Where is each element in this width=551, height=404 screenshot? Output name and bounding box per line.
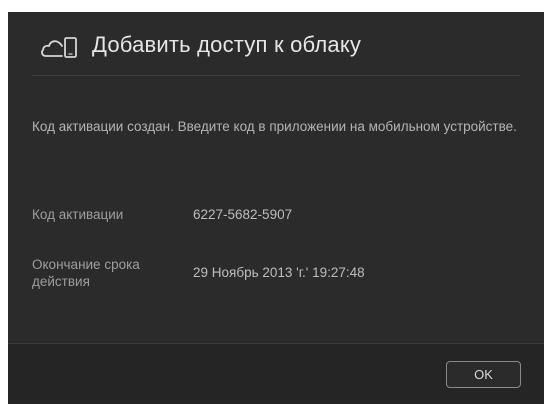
activation-code-value: 6227-5682-5907 (193, 207, 293, 222)
expiration-value: 29 Ноябрь 2013 'г.' 19:27:48 (193, 265, 365, 280)
header-divider (32, 75, 520, 76)
activation-message: Код активации создан. Введите код в прил… (32, 119, 517, 134)
dialog-footer: OK (8, 344, 544, 404)
activation-code-label: Код активации (32, 207, 124, 222)
ok-button[interactable]: OK (446, 361, 521, 388)
dialog-header: Добавить доступ к облаку (8, 12, 544, 76)
expiration-label: Окончание срока действия (32, 257, 140, 289)
cloud-device-icon (41, 37, 77, 58)
dialog-title: Добавить доступ к облаку (92, 32, 362, 57)
cloud-access-dialog: Добавить доступ к облаку Код активации с… (8, 12, 544, 404)
